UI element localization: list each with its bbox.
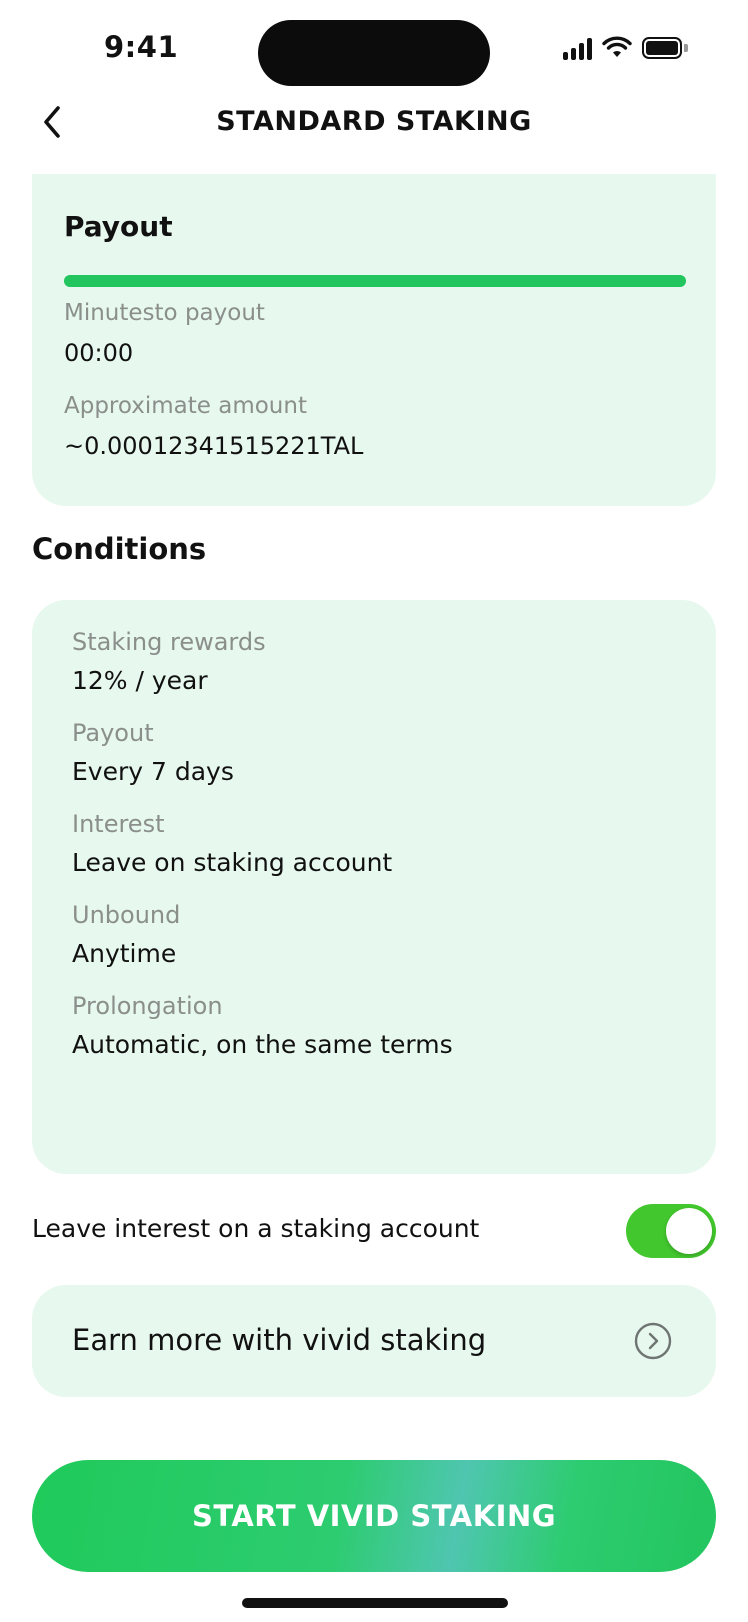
dynamic-island <box>258 20 490 86</box>
condition-label: Prolongation <box>72 992 223 1020</box>
home-indicator <box>242 1598 508 1608</box>
status-time: 9:41 <box>104 30 179 64</box>
condition-unbound: Unbound Anytime <box>72 901 453 968</box>
start-vivid-staking-button[interactable]: START VIVID STAKING <box>32 1460 716 1572</box>
leave-interest-row: Leave interest on a staking account <box>32 1204 716 1260</box>
condition-value: Automatic, on the same terms <box>72 1030 453 1059</box>
start-vivid-staking-label: START VIVID STAKING <box>191 1499 557 1533</box>
conditions-title: Conditions <box>32 532 207 566</box>
condition-label: Payout <box>72 719 154 747</box>
condition-value: Anytime <box>72 939 177 968</box>
leave-interest-toggle[interactable] <box>626 1204 716 1258</box>
status-bar: 9:41 <box>0 0 748 96</box>
minutes-to-payout-label: Minutesto payout <box>64 300 265 326</box>
payout-progress-fill <box>64 275 686 287</box>
toggle-knob <box>666 1208 712 1254</box>
chevron-right-circle-icon <box>634 1322 672 1360</box>
condition-payout: Payout Every 7 days <box>72 719 453 786</box>
condition-value: 12% / year <box>72 666 208 695</box>
signal-icon <box>563 36 592 60</box>
approximate-amount-value: ~0.00012341515221TAL <box>64 432 364 460</box>
condition-label: Unbound <box>72 901 181 929</box>
condition-value: Leave on staking account <box>72 848 393 877</box>
condition-label: Staking rewards <box>72 628 266 656</box>
condition-prolongation: Prolongation Automatic, on the same term… <box>72 992 453 1059</box>
condition-label: Interest <box>72 810 165 838</box>
payout-title: Payout <box>64 210 173 243</box>
wifi-icon <box>602 36 632 57</box>
conditions-card: Staking rewards 12% / year Payout Every … <box>32 600 716 1174</box>
earn-more-vivid-staking-link[interactable]: Earn more with vivid staking <box>32 1285 716 1397</box>
payout-card: Payout Minutesto payout 00:00 Approximat… <box>32 174 716 506</box>
earn-more-label: Earn more with vivid staking <box>72 1323 487 1357</box>
condition-interest: Interest Leave on staking account <box>72 810 453 877</box>
minutes-to-payout-value: 00:00 <box>64 339 134 367</box>
approximate-amount-label: Approximate amount <box>64 393 307 419</box>
condition-value: Every 7 days <box>72 757 234 786</box>
page-title: STANDARD STAKING <box>216 106 532 137</box>
condition-staking-rewards: Staking rewards 12% / year <box>72 628 453 695</box>
payout-progress-bar <box>64 275 686 287</box>
leave-interest-label: Leave interest on a staking account <box>32 1214 480 1243</box>
conditions-list: Staking rewards 12% / year Payout Every … <box>72 628 453 1083</box>
status-icons <box>563 36 688 60</box>
battery-icon <box>642 37 688 59</box>
